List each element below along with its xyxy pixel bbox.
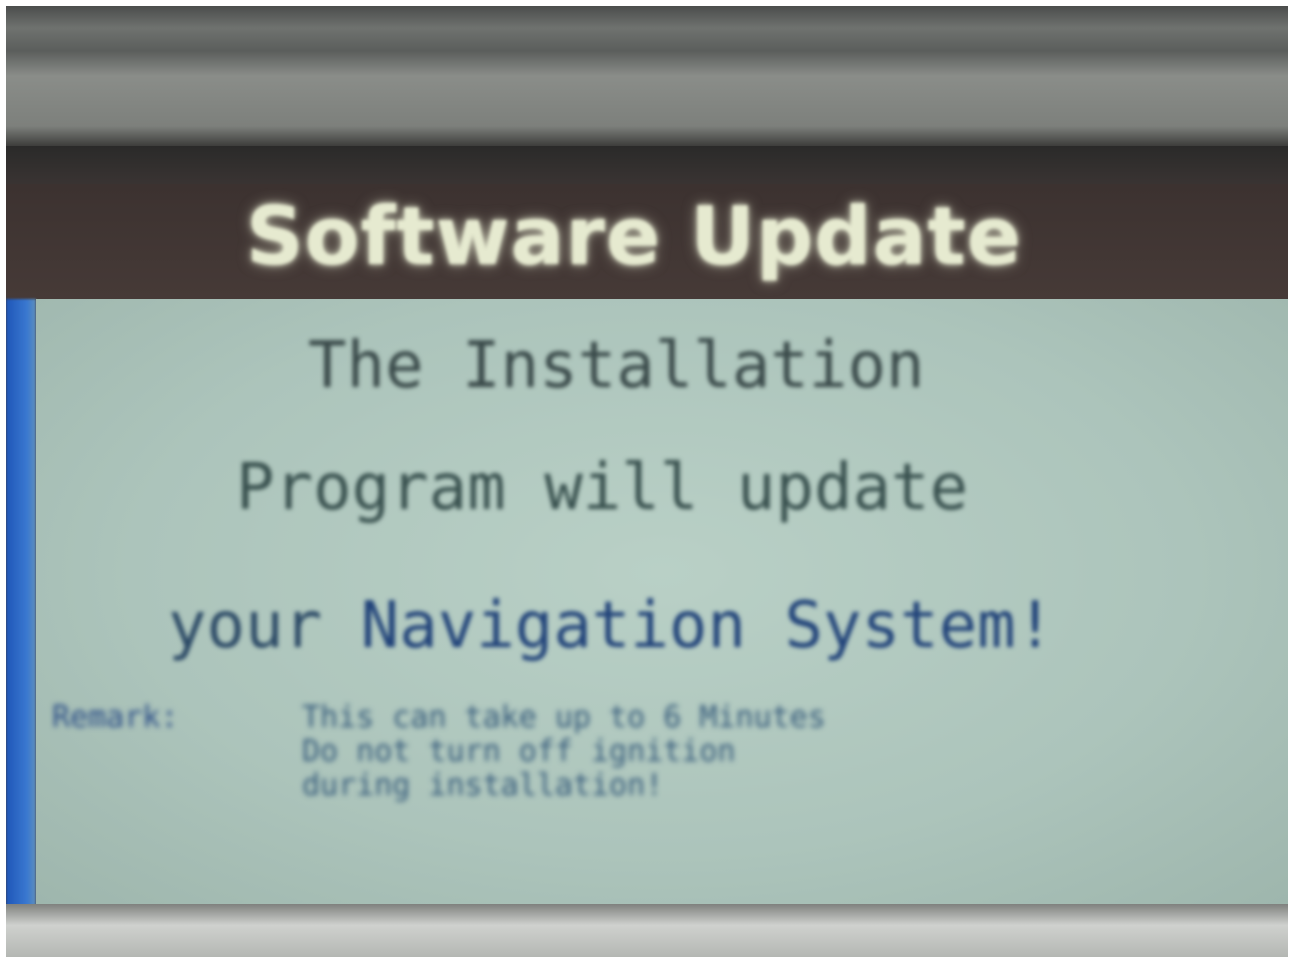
device-bezel-bottom — [6, 904, 1288, 957]
device-bezel-top — [6, 6, 1288, 146]
remark-label: Remark: — [52, 700, 179, 735]
device-photo: Software Update The Installation Program… — [6, 6, 1288, 957]
title-bar: Software Update — [6, 184, 1288, 299]
page-title: Software Update — [246, 190, 1023, 283]
navigation-screen: Software Update The Installation Program… — [6, 184, 1288, 924]
remark-line: Do not turn off ignition — [302, 734, 736, 769]
remark-lines: This can take up to 6 Minutes Do not tur… — [302, 701, 826, 803]
message-line-3-highlight: Navigation System! — [360, 589, 1055, 663]
update-message-panel: The Installation Program will update you… — [36, 299, 1288, 904]
message-line-3-prefix: your — [168, 589, 361, 663]
message-line-1: The Installation — [308, 329, 925, 403]
screen-accent-edge — [6, 299, 36, 924]
remark-line: This can take up to 6 Minutes — [302, 700, 826, 735]
remark-line: during installation! — [302, 768, 664, 803]
message-line-3: your Navigation System! — [168, 589, 1054, 663]
message-line-2: Program will update — [236, 451, 969, 525]
device-bezel-edge — [6, 146, 1288, 186]
